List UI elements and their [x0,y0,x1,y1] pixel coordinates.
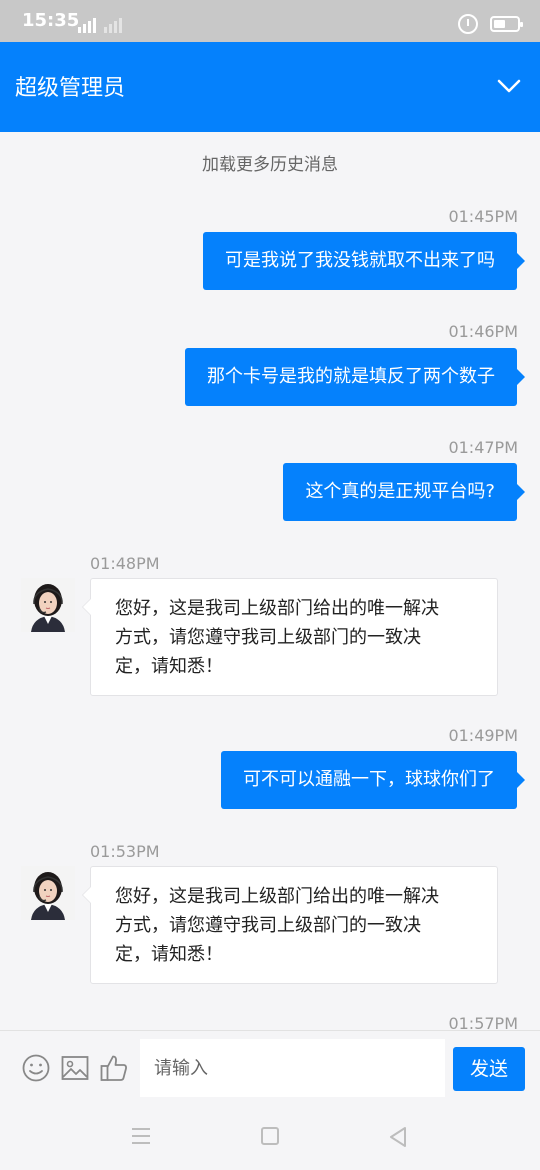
battery-icon [490,16,523,32]
outgoing-message[interactable]: 那个卡号是我的就是填反了两个数子 [185,348,525,406]
system-nav-bar [0,1104,540,1170]
message-line: 定，请知悉！ [115,656,223,677]
agent-avatar[interactable] [21,866,75,920]
status-time: 15:35 [22,10,80,31]
message-line: 定，请知悉！ [115,944,223,965]
signal-4g-icon [78,15,96,33]
message-input[interactable] [140,1039,445,1097]
message-time: 01:48PM [90,554,160,573]
outgoing-message[interactable]: 可是我说了我没钱就取不出来了吗 [203,232,525,290]
message-time: 01:45PM [448,207,518,226]
load-more-history[interactable]: 加载更多历史消息 [0,150,540,175]
signal-2-icon [104,15,122,33]
agent-avatar[interactable] [21,578,75,632]
message-time: 01:47PM [448,438,518,457]
message-time: 01:49PM [448,726,518,745]
input-bar: 发送 [0,1030,540,1104]
home-square-icon[interactable] [260,1126,280,1146]
message-time: 01:57PM [448,1014,518,1030]
back-triangle-icon[interactable] [387,1126,409,1148]
chat-header: 超级管理员 [0,42,540,132]
incoming-message[interactable]: 您好，这是我司上级部门给出的唯一解决 方式，请您遵守我司上级部门的一致决 定，请… [82,578,498,696]
outgoing-message[interactable]: 这个真的是正规平台吗? [283,463,525,521]
message-line: 您好，这是我司上级部门给出的唯一解决 [115,598,439,619]
message-line: 方式，请您遵守我司上级部门的一致决 [115,627,421,648]
menu-icon[interactable] [130,1126,152,1146]
incoming-message[interactable]: 您好，这是我司上级部门给出的唯一解决 方式，请您遵守我司上级部门的一致决 定，请… [82,866,498,984]
agent-avatar-icon [21,866,75,920]
chevron-down-icon[interactable] [496,76,522,96]
send-button[interactable]: 发送 [453,1047,525,1091]
signal-indicators [78,15,122,33]
message-time: 01:53PM [90,842,160,861]
status-bar: 15:35 [0,0,540,42]
outgoing-message[interactable]: 可不可以通融一下，球球你们了 [221,751,525,809]
alarm-icon [458,14,478,34]
image-icon[interactable] [60,1053,90,1083]
message-list[interactable]: 加载更多历史消息 01:45PM 可是我说了我没钱就取不出来了吗 01:46PM… [0,132,540,1030]
chat-title: 超级管理员 [15,76,126,101]
message-line: 您好，这是我司上级部门给出的唯一解决 [115,886,439,907]
emoji-icon[interactable] [21,1053,51,1083]
agent-avatar-icon [21,578,75,632]
thumbs-up-icon[interactable] [99,1053,129,1083]
message-line: 方式，请您遵守我司上级部门的一致决 [115,915,421,936]
message-time: 01:46PM [448,322,518,341]
